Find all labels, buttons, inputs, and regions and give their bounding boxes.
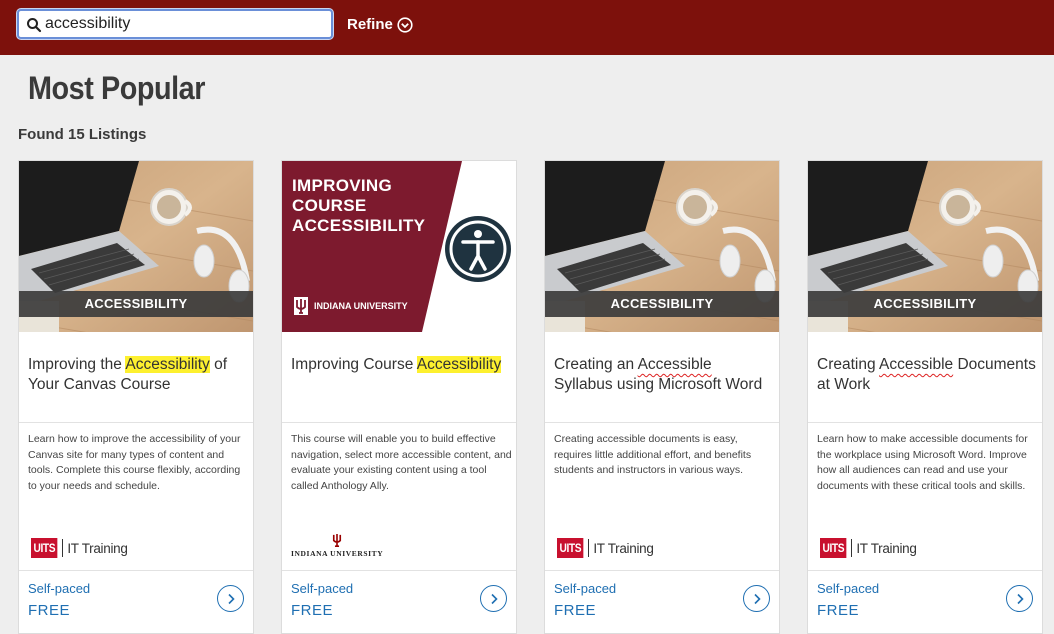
course-price: FREE (554, 602, 597, 619)
indiana-university-logo: INDIANA UNIVERSITY (291, 534, 383, 558)
open-course-button[interactable] (217, 585, 244, 612)
spellcheck-word: Accessible (879, 356, 954, 373)
chevron-right-icon (1016, 593, 1024, 604)
divider (808, 422, 1042, 423)
course-card[interactable]: IMPROVING COURSE ACCESSIBILITY INDIANA U… (281, 160, 517, 634)
course-title[interactable]: Creating an Accessible Syllabus using Mi… (554, 355, 774, 395)
iu-trident-icon (294, 297, 308, 315)
spellcheck-word: Accessible (637, 356, 712, 373)
course-thumbnail: IMPROVING COURSE ACCESSIBILITY INDIANA U… (282, 161, 516, 332)
chevron-right-icon (227, 593, 235, 604)
search-highlight: Accessibility (125, 356, 210, 373)
thumbnail-subtitle: INDIANA UNIVERSITY (294, 297, 408, 315)
thumbnail-title: IMPROVING COURSE ACCESSIBILITY (292, 176, 426, 235)
divider (545, 422, 779, 423)
uits-mark: UITS (557, 538, 584, 558)
results-count: Found 15 Listings (18, 126, 147, 143)
page-title: Most Popular (28, 70, 206, 106)
course-thumbnail: ACCESSIBILITY (19, 161, 253, 332)
logo-text: IT Training (67, 540, 128, 556)
course-pace: Self-paced (291, 581, 354, 596)
search-box[interactable] (17, 9, 333, 39)
course-pace: Self-paced (554, 581, 617, 596)
uits-it-training-logo: UITS IT Training (557, 536, 654, 560)
divider (19, 422, 253, 423)
divider (19, 570, 253, 571)
course-description: Learn how to make accessible documents f… (817, 433, 1028, 492)
open-course-button[interactable] (1006, 585, 1033, 612)
course-price: FREE (28, 602, 71, 619)
course-description: Learn how to improve the accessibility o… (28, 433, 241, 492)
thumbnail-banner: ACCESSIBILITY (545, 291, 779, 317)
iu-trident-icon (333, 534, 342, 547)
chevron-down-circle-icon (397, 16, 413, 33)
thumbnail-banner: ACCESSIBILITY (808, 291, 1042, 317)
logo-text: IT Training (856, 540, 917, 556)
top-bar: Refine (0, 0, 1054, 55)
refine-label: Refine (347, 16, 393, 33)
uits-it-training-logo: UITS IT Training (31, 536, 128, 560)
course-pace: Self-paced (817, 581, 880, 596)
thumbnail-banner: ACCESSIBILITY (19, 291, 253, 317)
course-thumbnail: ACCESSIBILITY (808, 161, 1042, 332)
course-thumbnail: ACCESSIBILITY (545, 161, 779, 332)
search-input[interactable] (45, 13, 325, 35)
logo-text: INDIANA UNIVERSITY (291, 549, 384, 558)
divider (545, 570, 779, 571)
search-icon (27, 18, 42, 33)
course-title[interactable]: Improving the Accessibility of Your Canv… (28, 355, 248, 395)
open-course-button[interactable] (480, 585, 507, 612)
course-title[interactable]: Creating Accessible Documents at Work (817, 355, 1037, 395)
course-card[interactable]: ACCESSIBILITY Improving the Accessibilit… (18, 160, 254, 634)
divider (282, 570, 516, 571)
chevron-right-icon (753, 593, 761, 604)
course-description: Creating accessible documents is easy, r… (554, 433, 752, 476)
course-card[interactable]: ACCESSIBILITY Creating an Accessible Syl… (544, 160, 780, 634)
divider (282, 422, 516, 423)
course-price: FREE (817, 602, 860, 619)
search-highlight: Accessibility (416, 356, 502, 373)
chevron-right-icon (490, 593, 498, 604)
course-price: FREE (291, 602, 334, 619)
course-description: This course will enable you to build eff… (291, 433, 512, 492)
course-title[interactable]: Improving Course Accessibility (291, 355, 511, 375)
open-course-button[interactable] (743, 585, 770, 612)
divider (808, 570, 1042, 571)
course-pace: Self-paced (28, 581, 91, 596)
uits-it-training-logo: UITS IT Training (820, 536, 917, 560)
uits-mark: UITS (820, 538, 847, 558)
logo-text: IT Training (593, 540, 654, 556)
uits-mark: UITS (31, 538, 58, 558)
refine-button[interactable]: Refine (347, 16, 413, 33)
course-card[interactable]: ACCESSIBILITY Creating Accessible Docume… (807, 160, 1043, 634)
